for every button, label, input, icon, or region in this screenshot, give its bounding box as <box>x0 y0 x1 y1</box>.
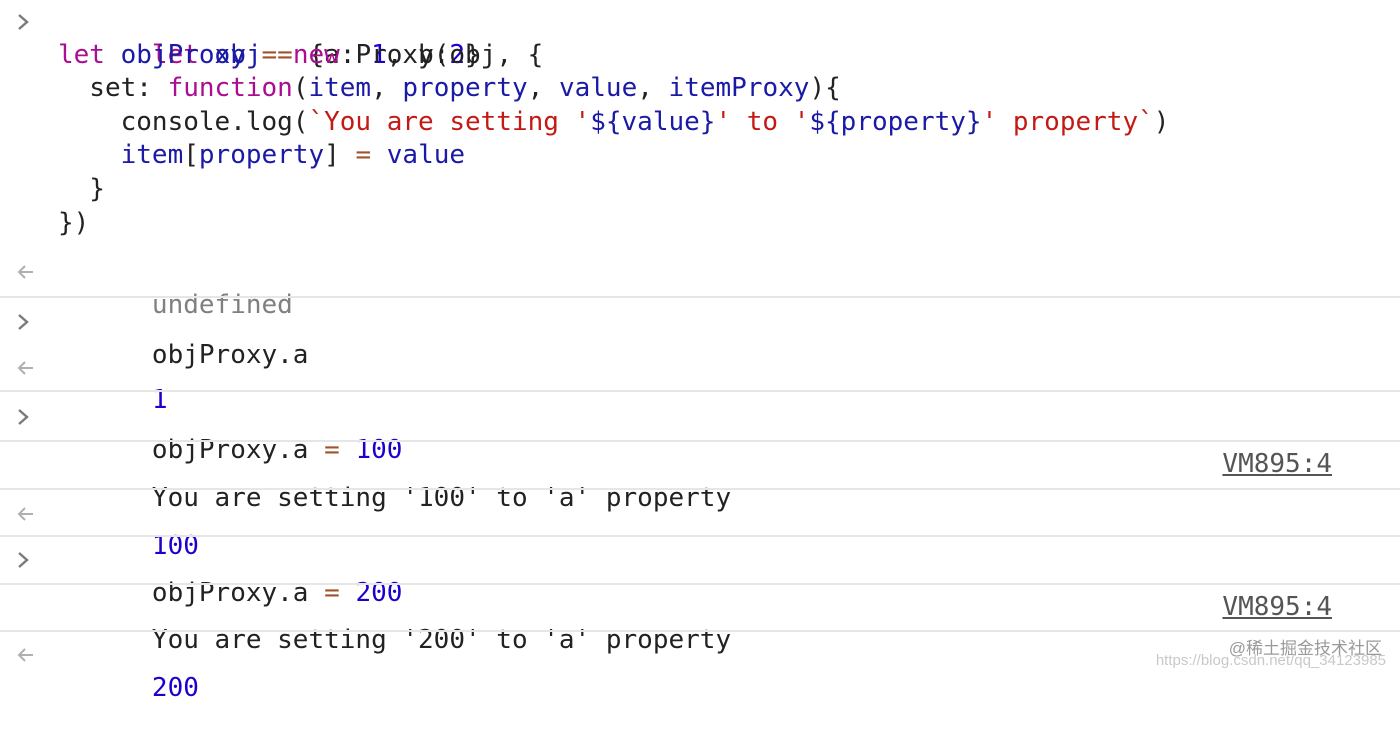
source-link[interactable]: VM895:4 <box>1222 591 1332 625</box>
return-arrow-icon <box>16 497 40 531</box>
code-text: ){ <box>809 73 841 104</box>
code-line-4: console.log(`You are setting '${value}' … <box>0 106 1400 140</box>
keyword: new <box>292 39 340 70</box>
code-line-5: item[property] = value <box>0 139 1400 173</box>
log-line: You are setting '200' to 'a' property VM… <box>0 591 1400 656</box>
code-line-7: }) <box>0 207 1400 241</box>
console-result: 1 <box>0 351 1400 415</box>
code-line-6: } <box>0 173 1400 207</box>
code-text: , <box>371 73 403 104</box>
template-string: `You are setting ' <box>308 106 591 137</box>
code-text: ] <box>324 140 356 171</box>
template-string: ' to ' <box>715 106 810 137</box>
operator: = <box>261 39 278 70</box>
code-text: }) <box>58 207 90 238</box>
return-arrow-icon <box>16 255 40 289</box>
code-text: } <box>58 173 105 204</box>
console-result: 100 <box>0 497 1400 561</box>
code-text: set: <box>58 73 168 104</box>
console-result-entry: 100 <box>0 487 1400 561</box>
param: itemProxy <box>668 73 810 104</box>
console-panel: let obj = {a: 1, b:2} let objProxy = new… <box>0 0 1400 703</box>
console-input: objProxy.a = 200 <box>0 543 1400 608</box>
return-arrow-icon <box>16 351 40 385</box>
code-line-3: set: function(item, property, value, ite… <box>0 72 1400 106</box>
keyword: function <box>167 73 293 104</box>
code-text: , <box>637 73 669 104</box>
template-expr: ${property} <box>809 106 982 137</box>
watermark-url: https://blog.csdn.net/qq_34123985 <box>1155 652 1386 669</box>
identifier: value <box>386 140 466 171</box>
code-text: ( <box>292 73 309 104</box>
console-input-entry[interactable]: objProxy.a 1 <box>0 296 1400 415</box>
console-input-entry[interactable]: objProxy.a = 100 <box>0 390 1400 465</box>
chevron-right-icon <box>16 305 40 339</box>
console-input-entry[interactable]: let obj = {a: 1, b:2} let objProxy = new… <box>0 0 1400 320</box>
identifier: objProxy <box>120 39 246 70</box>
chevron-right-icon <box>16 5 40 39</box>
source-link[interactable]: VM895:4 <box>1222 448 1332 482</box>
identifier: property <box>198 140 325 171</box>
param: property <box>402 73 528 104</box>
console-input: objProxy.a = 100 <box>0 400 1400 465</box>
code-text: , <box>527 73 559 104</box>
code-line-2: let objProxy = new Proxy(obj, { <box>0 39 1400 73</box>
template-expr: ${value} <box>590 106 716 137</box>
keyword: let <box>58 39 105 70</box>
chevron-right-icon <box>16 543 40 577</box>
code-text: ) <box>1153 106 1170 137</box>
code-text: Proxy(obj, { <box>339 39 544 70</box>
operator: = <box>355 140 372 171</box>
param: item <box>308 73 372 104</box>
result-value: 200 <box>151 672 199 703</box>
log-line: You are setting '100' to 'a' property VM… <box>0 448 1400 513</box>
console-input: objProxy.a <box>0 305 1400 370</box>
console-input-entry[interactable]: objProxy.a = 200 <box>0 535 1400 608</box>
console-log-message: You are setting '200' to 'a' property VM… <box>0 582 1400 656</box>
param: value <box>558 73 638 104</box>
identifier: item <box>120 140 184 171</box>
code-line-1: let obj = {a: 1, b:2} <box>0 5 1400 70</box>
template-string: ' property` <box>981 106 1154 137</box>
console-log-message: You are setting '100' to 'a' property VM… <box>0 439 1400 513</box>
code-text: [ <box>183 140 199 171</box>
console-result: undefined <box>0 255 1400 320</box>
return-arrow-icon <box>16 638 40 672</box>
chevron-right-icon <box>16 400 40 434</box>
code-text: console.log( <box>58 106 309 137</box>
